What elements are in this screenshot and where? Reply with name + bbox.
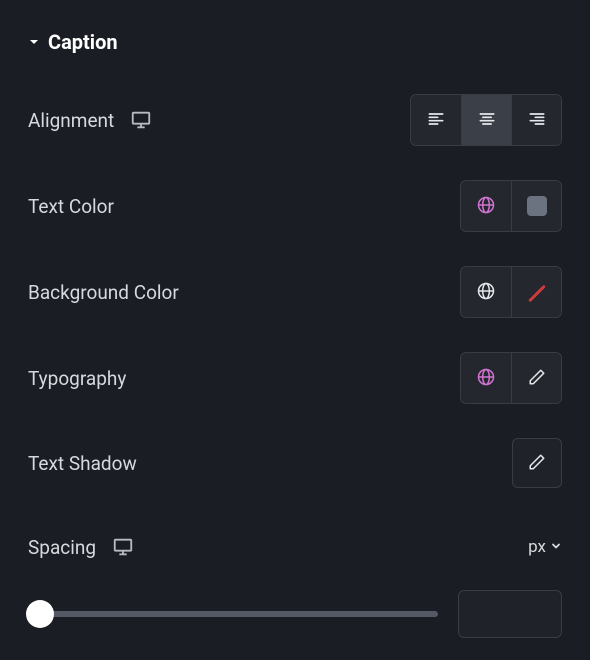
typography-global-button[interactable] bbox=[461, 353, 511, 403]
alignment-row: Alignment bbox=[28, 94, 562, 146]
bg-color-global-button[interactable] bbox=[461, 267, 511, 317]
bg-color-picker-button[interactable] bbox=[511, 267, 561, 317]
spacing-slider[interactable] bbox=[28, 611, 438, 617]
text-color-picker-button[interactable] bbox=[511, 181, 561, 231]
spacing-label: Spacing bbox=[28, 536, 96, 559]
unit-value: px bbox=[528, 537, 546, 557]
align-center-button[interactable] bbox=[461, 95, 511, 145]
bg-color-label: Background Color bbox=[28, 281, 179, 304]
bg-color-controls bbox=[460, 266, 562, 318]
typography-controls bbox=[460, 352, 562, 404]
text-shadow-label: Text Shadow bbox=[28, 452, 137, 475]
spacing-row: Spacing px bbox=[28, 522, 562, 572]
bg-color-row: Background Color bbox=[28, 266, 562, 318]
typography-edit-button[interactable] bbox=[511, 353, 561, 403]
pencil-icon bbox=[528, 453, 546, 474]
text-color-controls bbox=[460, 180, 562, 232]
caret-down-icon bbox=[28, 36, 40, 48]
section-title: Caption bbox=[48, 30, 118, 54]
typography-label: Typography bbox=[28, 367, 126, 390]
globe-icon bbox=[476, 195, 496, 218]
align-right-button[interactable] bbox=[511, 95, 561, 145]
typography-row: Typography bbox=[28, 352, 562, 404]
alignment-buttons bbox=[410, 94, 562, 146]
pencil-icon bbox=[528, 368, 546, 389]
alignment-label: Alignment bbox=[28, 109, 114, 132]
color-swatch bbox=[527, 196, 547, 216]
text-color-row: Text Color bbox=[28, 180, 562, 232]
desktop-icon[interactable] bbox=[112, 536, 134, 558]
chevron-down-icon bbox=[550, 537, 562, 557]
align-center-icon bbox=[477, 109, 497, 132]
desktop-icon[interactable] bbox=[130, 109, 152, 131]
align-left-icon bbox=[426, 109, 446, 132]
globe-icon bbox=[476, 281, 496, 304]
text-color-global-button[interactable] bbox=[461, 181, 511, 231]
no-color-icon bbox=[523, 278, 551, 306]
text-shadow-edit-button[interactable] bbox=[512, 438, 562, 488]
align-right-icon bbox=[527, 109, 547, 132]
globe-icon bbox=[476, 367, 496, 390]
text-shadow-row: Text Shadow bbox=[28, 438, 562, 488]
spacing-unit-picker[interactable]: px bbox=[528, 537, 562, 557]
caption-section-toggle[interactable]: Caption bbox=[28, 30, 562, 54]
spacing-input[interactable] bbox=[458, 590, 562, 638]
text-color-label: Text Color bbox=[28, 195, 114, 218]
spacing-controls bbox=[28, 590, 562, 638]
align-left-button[interactable] bbox=[411, 95, 461, 145]
